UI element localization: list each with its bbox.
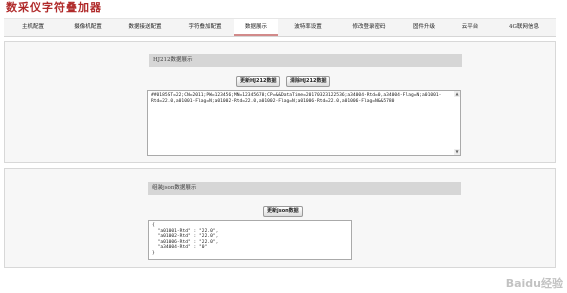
baidu-watermark: Baidu经验 (505, 277, 563, 290)
tab-change-password[interactable]: 修改登录密码 (338, 19, 400, 36)
json-data-textarea[interactable]: { "a01001-Rtd" : "22.0", "a01002-Rtd" : … (148, 220, 352, 260)
scroll-up-icon[interactable]: ▲ (454, 91, 460, 97)
hj212-section-title: HJ212数据展示 (149, 54, 462, 67)
json-panel: 组装json数据展示 更新json数据 { "a01001-Rtd" : "22… (4, 168, 556, 268)
update-json-button[interactable]: 更新json数据 (263, 206, 303, 217)
hj212-panel: HJ212数据展示 更新HJ212数据 清除HJ212数据 ##0185ST=2… (4, 41, 556, 163)
tab-baud-rate[interactable]: 波特率设置 (278, 19, 338, 36)
hj212-data-textarea[interactable]: ##0185ST=22;CN=2011;PW=123456;MN=1234567… (147, 90, 461, 156)
tab-camera-config[interactable]: 摄像机配置 (62, 19, 114, 36)
main-nav: 主机配置 摄像机配置 数据接送配置 字符叠加配置 数据展示 波特率设置 修改登录… (4, 18, 556, 37)
tab-firmware-upgrade[interactable]: 固件升级 (400, 19, 448, 36)
clear-hj212-button[interactable]: 清除HJ212数据 (286, 76, 331, 87)
app-title: 数采仪字符叠加器 (6, 1, 102, 14)
tab-host-config[interactable]: 主机配置 (4, 19, 62, 36)
tab-cloud-platform[interactable]: 云平台 (448, 19, 492, 36)
tab-data-display[interactable]: 数据展示 (234, 19, 278, 36)
json-section-title: 组装json数据展示 (148, 182, 461, 195)
scroll-down-icon[interactable]: ▼ (454, 149, 460, 155)
tab-data-receive-config[interactable]: 数据接送配置 (114, 19, 176, 36)
tab-char-overlay-config[interactable]: 字符叠加配置 (176, 19, 234, 36)
update-hj212-button[interactable]: 更新HJ212数据 (236, 76, 281, 87)
tab-4g-info[interactable]: 4G联网信息 (492, 19, 556, 36)
